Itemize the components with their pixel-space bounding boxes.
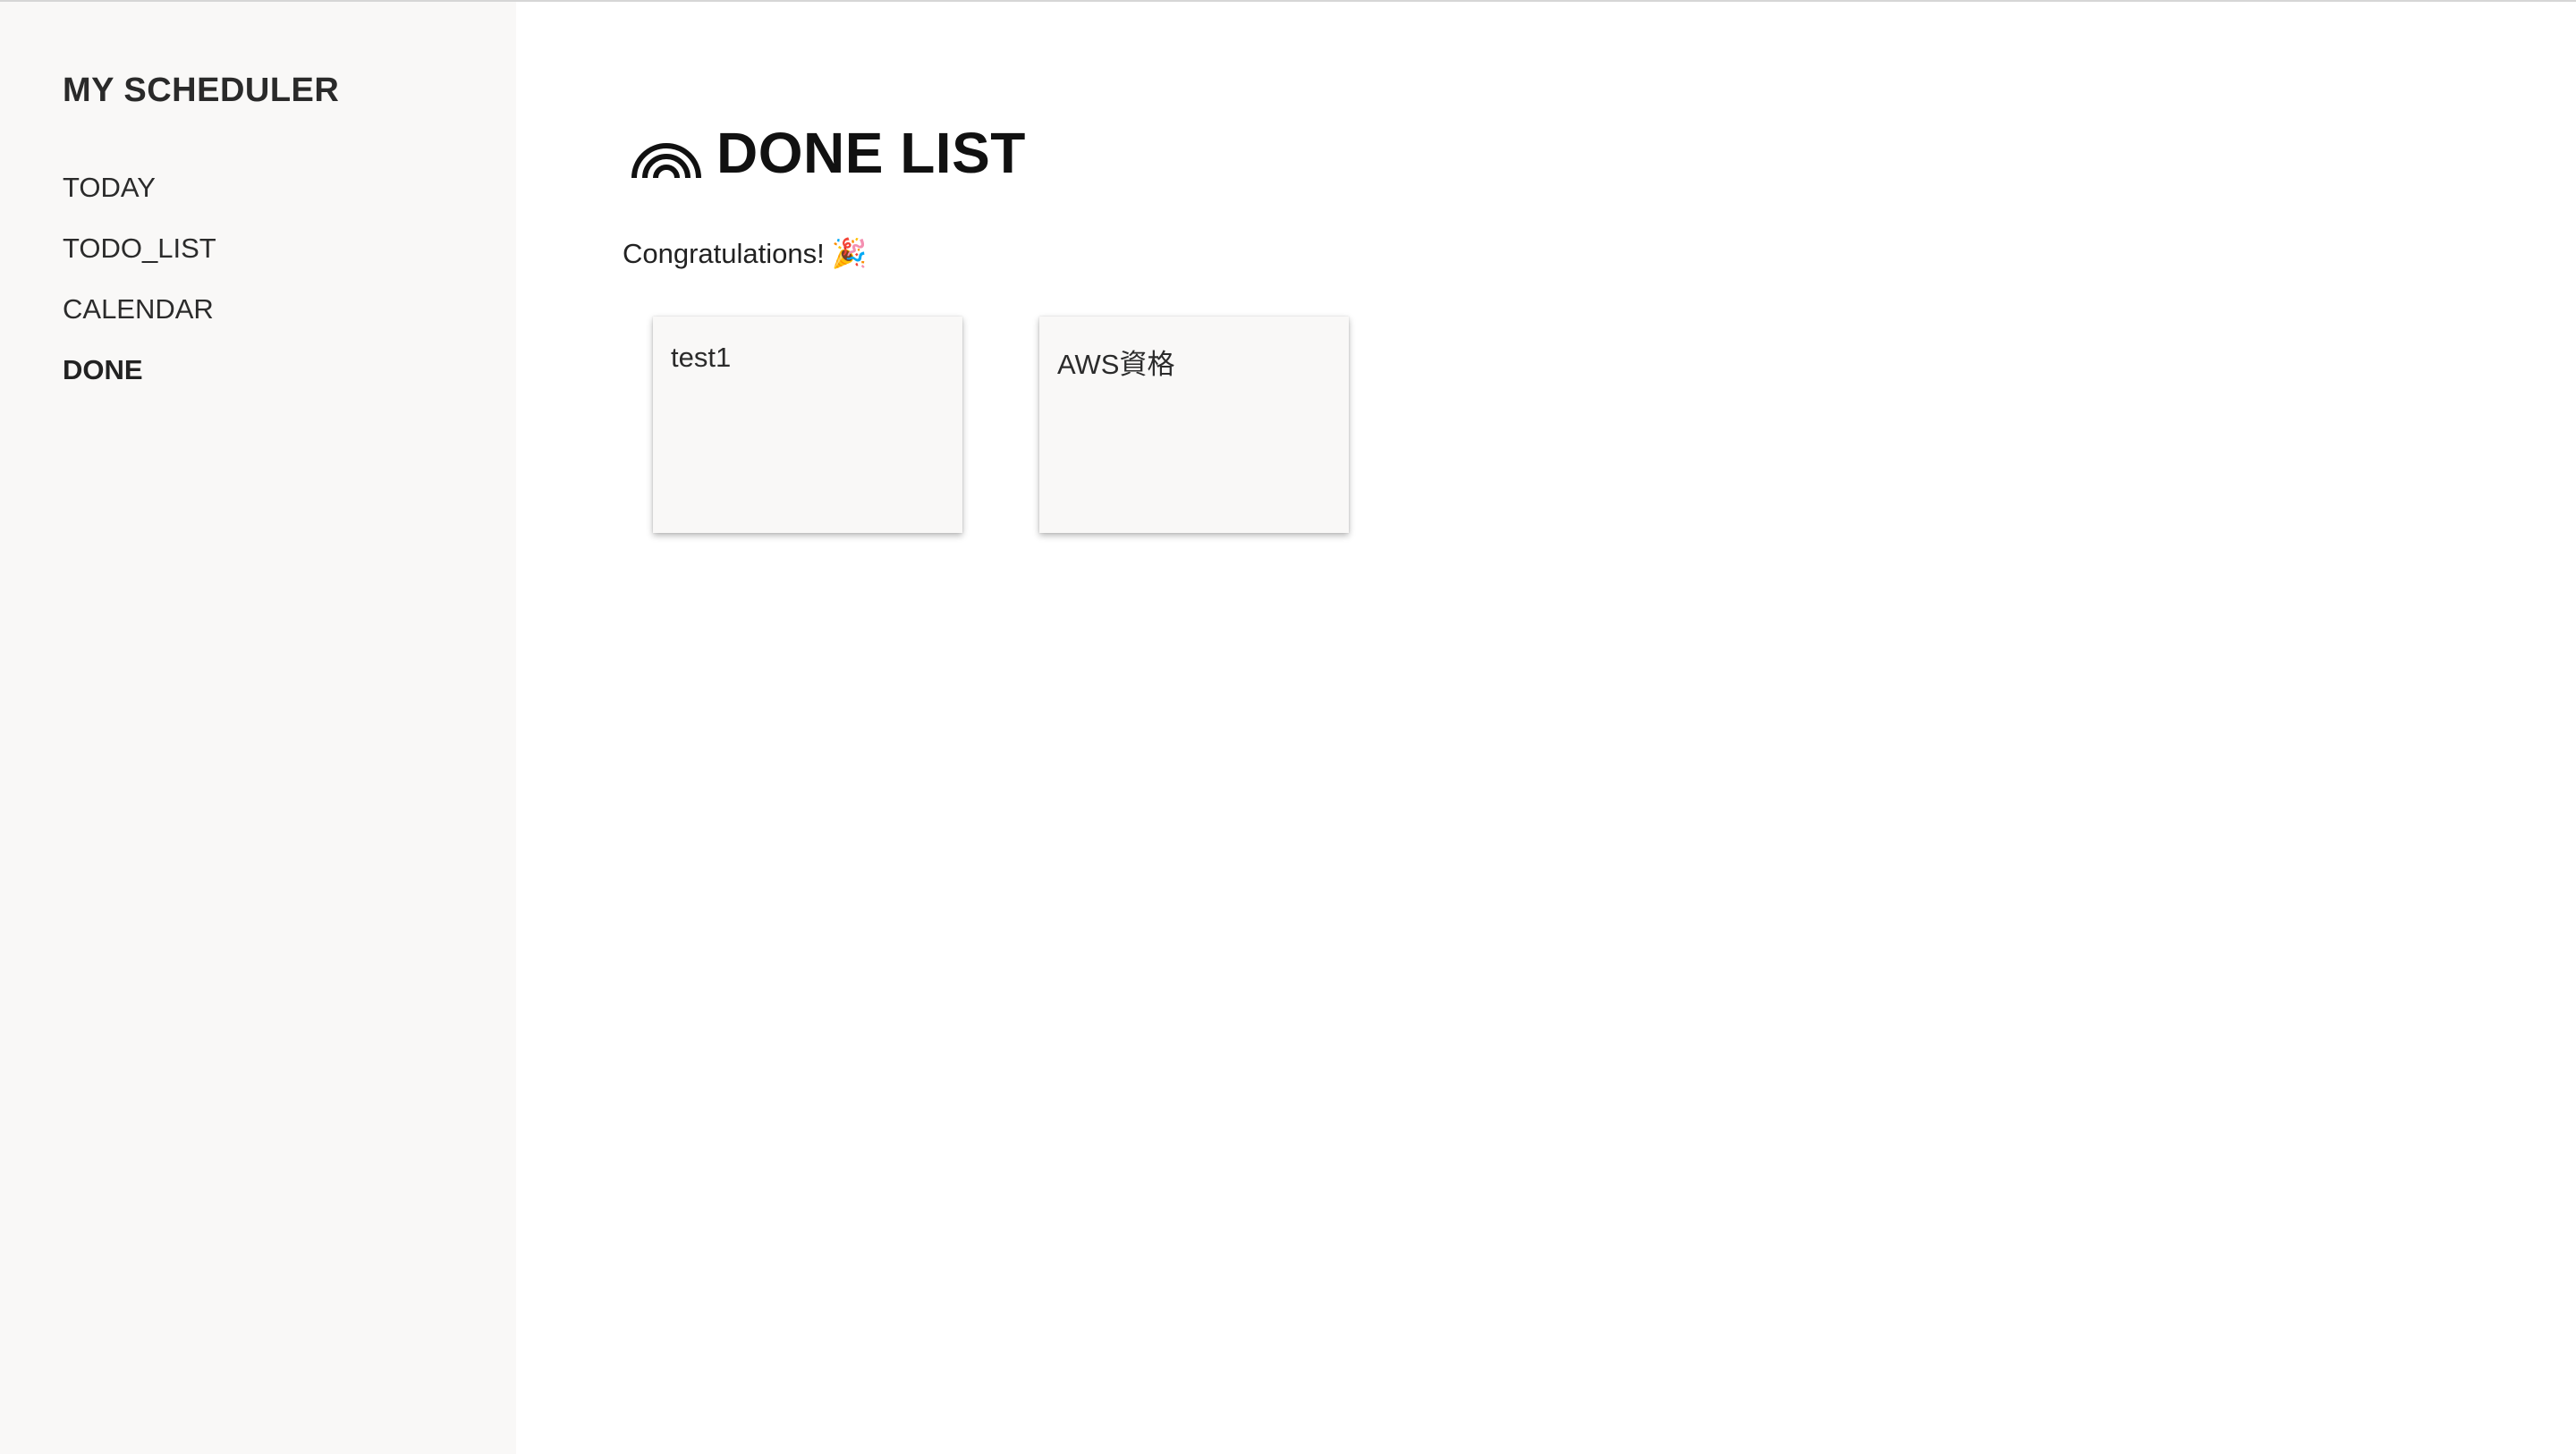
done-card-title: test1 [671,342,732,373]
sidebar-nav: TODAY TODO_LIST CALENDAR DONE [63,168,216,411]
sidebar-item-calendar[interactable]: CALENDAR [63,290,216,351]
done-card[interactable]: test1 [653,317,962,533]
sidebar-item-today[interactable]: TODAY [63,168,216,229]
page-title: DONE LIST [716,121,1026,185]
party-popper-icon: 🎉 [831,237,868,269]
done-card[interactable]: AWS資格 [1039,317,1349,533]
sidebar-item-todo-list[interactable]: TODO_LIST [63,229,216,290]
congrats-message: Congratulations! 🎉 [623,236,868,270]
main-content: DONE LIST Congratulations! 🎉 test1 AWS資格 [516,2,2576,1454]
app-brand: MY SCHEDULER [63,72,340,109]
sidebar: MY SCHEDULER TODAY TODO_LIST CALENDAR DO… [0,2,516,1454]
congrats-text: Congratulations! [623,238,825,269]
sidebar-item-done[interactable]: DONE [63,351,216,411]
done-card-title: AWS資格 [1057,349,1175,380]
app-window: MY SCHEDULER TODAY TODO_LIST CALENDAR DO… [0,0,2576,1454]
page-header: DONE LIST [629,121,1026,185]
rainbow-icon [631,143,701,179]
